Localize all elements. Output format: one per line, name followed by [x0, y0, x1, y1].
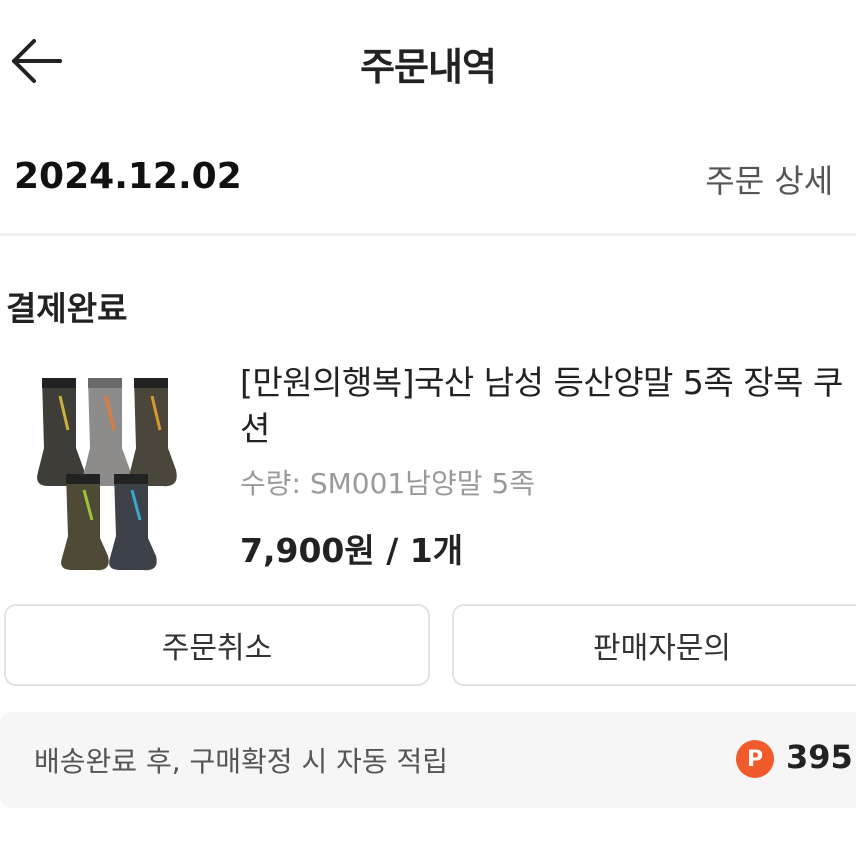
seller-inquiry-button[interactable]: 판매자문의: [452, 604, 856, 686]
page-title: 주문내역: [360, 45, 497, 89]
section-divider: [0, 233, 856, 236]
points-badge-icon: P: [736, 740, 774, 778]
product-name[interactable]: [만원의행복]국산 남성 등산양말 5족 장목 쿠션: [240, 360, 852, 452]
points-message: 배송완료 후, 구매확정 시 자동 적립: [34, 745, 449, 778]
order-date: 2024.12.02: [14, 156, 242, 197]
order-detail-label: 주문 상세: [705, 162, 834, 200]
product-price: 7,900원 / 1개: [240, 531, 464, 570]
app-header: 주문내역: [0, 0, 856, 120]
product-option: 수량: SM001남양말 5족: [240, 467, 535, 500]
cancel-order-button[interactable]: 주문취소: [4, 604, 430, 686]
socks-image: [37, 378, 177, 571]
order-date-row: 2024.12.02 주문 상세›: [0, 140, 856, 220]
points-value: 395: [786, 738, 853, 776]
points-banner: 배송완료 후, 구매확정 시 자동 적립 P 395: [0, 712, 856, 808]
product-thumbnail[interactable]: [30, 366, 200, 572]
order-status: 결제완료: [6, 289, 128, 328]
order-detail-link[interactable]: 주문 상세›: [705, 156, 856, 202]
